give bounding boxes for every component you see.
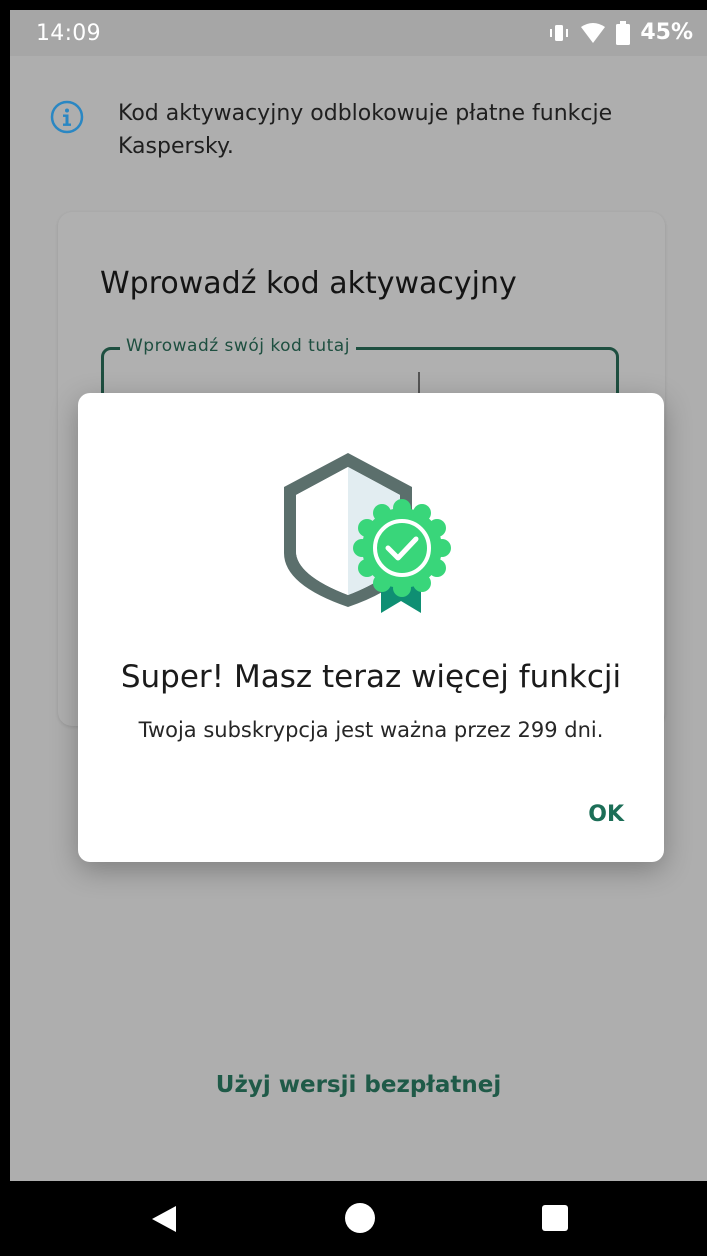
navigation-bar [0, 1181, 707, 1256]
app-screen: 14:09 45% Kod aktywacyjny odblokowuje pł… [10, 10, 707, 1181]
use-free-version-link[interactable]: Użyj wersji bezpłatnej [10, 1072, 707, 1098]
info-icon [50, 100, 84, 134]
recents-icon[interactable] [542, 1205, 568, 1231]
wifi-icon [581, 22, 606, 43]
status-bar: 14:09 45% [10, 10, 707, 56]
status-icons: 45% [548, 20, 693, 45]
success-dialog: Super! Masz teraz więcej funkcji Twoja s… [78, 393, 664, 862]
home-icon[interactable] [345, 1203, 375, 1233]
dialog-message: Twoja subskrypcja jest ważna przez 299 d… [138, 718, 604, 742]
info-text: Kod aktywacyjny odblokowuje płatne funkc… [118, 101, 613, 159]
battery-icon [616, 20, 631, 45]
vibrate-icon [550, 24, 569, 41]
shield-badge-check-icon [284, 453, 451, 613]
code-field-label: Wprowadź swój kod tutaj [120, 336, 356, 356]
status-time: 14:09 [36, 21, 101, 46]
text-cursor [418, 372, 420, 394]
back-icon[interactable] [150, 1204, 178, 1234]
info-banner: Kod aktywacyjny odblokowuje płatne funkc… [50, 97, 680, 163]
battery-percent: 45% [640, 20, 693, 45]
card-title: Wprowadź kod aktywacyjny [100, 266, 517, 301]
dialog-title: Super! Masz teraz więcej funkcji [120, 659, 622, 695]
ok-button[interactable]: OK [588, 802, 624, 827]
